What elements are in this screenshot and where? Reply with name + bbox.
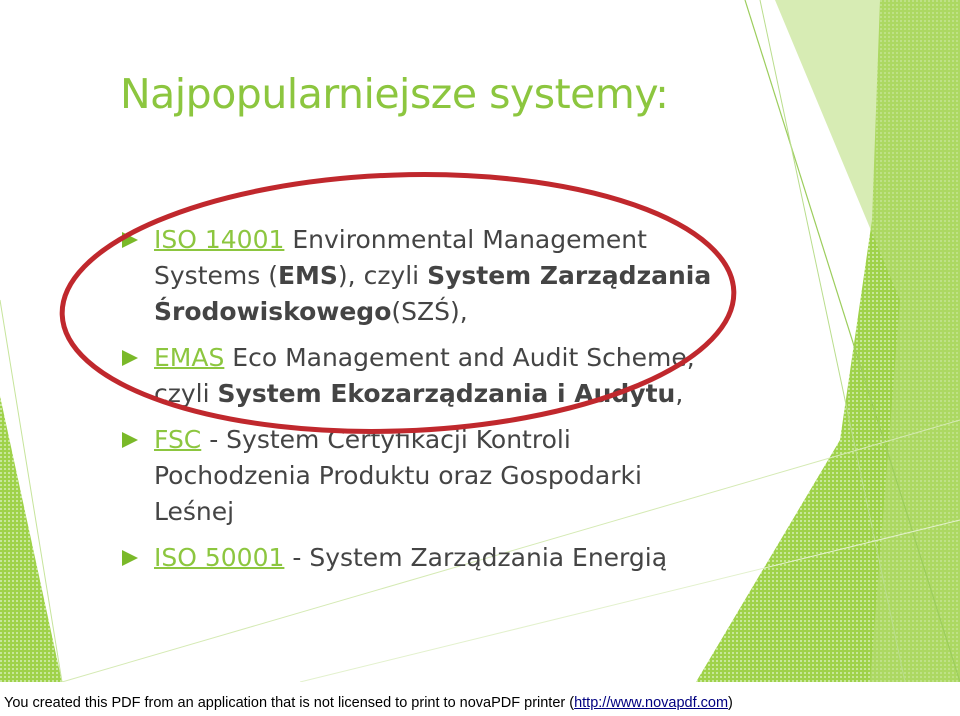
bullet-text: ,	[675, 379, 684, 408]
bullet-bold-text: System Zarządzania	[427, 261, 712, 290]
iso50001-link[interactable]: ISO 50001	[154, 543, 284, 572]
bullet-iso14001: ISO 14001 Environmental Management Syste…	[120, 222, 720, 330]
bullet-emas: EMAS Eco Management and Audit Scheme, cz…	[120, 340, 720, 412]
bullet-text: czyli	[154, 379, 218, 408]
bullet-bold-text: EMS	[277, 261, 338, 290]
bullet-text: Systems (	[154, 261, 278, 290]
bullet-text: ), czyli	[337, 261, 428, 290]
bullet-fsc: FSC - System Certyfikacji Kontroli Pocho…	[120, 422, 720, 530]
bullet-list: ISO 14001 Environmental Management Syste…	[120, 222, 720, 586]
bullet-text: Environmental Management	[284, 225, 647, 254]
bullet-text: Pochodzenia Produktu oraz Gospodarki	[154, 461, 642, 490]
left-green-strip	[0, 396, 62, 682]
novapdf-link[interactable]: http://www.novapdf.com	[574, 695, 728, 711]
bullet-bold-text: Środowiskowego	[154, 297, 392, 326]
bullet-text: Eco Management and Audit Scheme,	[224, 343, 695, 372]
footer-notice: You created this PDF from an application…	[4, 695, 733, 711]
bullet-arrow-icon	[122, 550, 138, 566]
bullet-bold-text: System Ekozarządzania i Audytu	[217, 379, 676, 408]
bullet-arrow-icon	[122, 232, 138, 248]
slide: Najpopularniejsze systemy: ISO 14001 Env…	[0, 0, 960, 716]
slide-title: Najpopularniejsze systemy:	[120, 70, 669, 118]
footer-suffix: )	[728, 695, 733, 711]
bullet-text: Leśnej	[154, 497, 235, 526]
fsc-link[interactable]: FSC	[154, 425, 201, 454]
bullet-text: (SZŚ),	[391, 297, 468, 326]
iso14001-link[interactable]: ISO 14001	[154, 225, 284, 254]
footer-notice-text: You created this PDF from an application…	[4, 695, 575, 711]
bullet-iso50001: ISO 50001 - System Zarządzania Energią	[120, 540, 720, 576]
footer-bar: You created this PDF from an application…	[0, 682, 960, 716]
emas-link[interactable]: EMAS	[154, 343, 224, 372]
bullet-text: - System Certyfikacji Kontroli	[201, 425, 571, 454]
bullet-arrow-icon	[122, 350, 138, 366]
bullet-arrow-icon	[122, 432, 138, 448]
bullet-text: - System Zarządzania Energią	[284, 543, 668, 572]
